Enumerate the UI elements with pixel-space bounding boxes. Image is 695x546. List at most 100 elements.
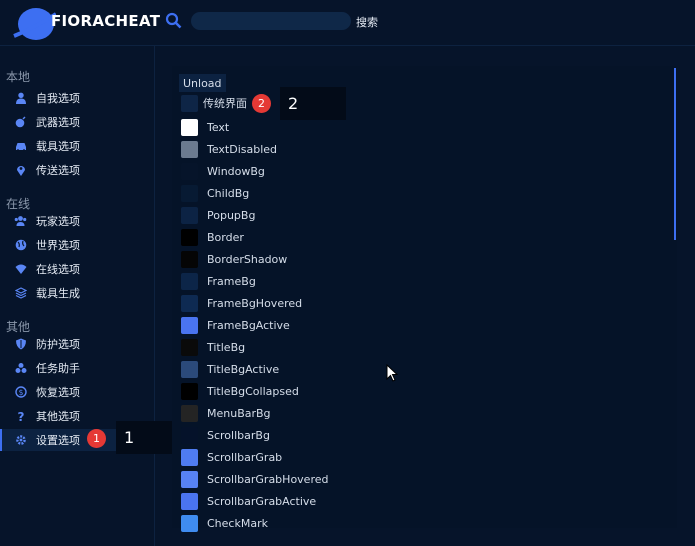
search-input[interactable] xyxy=(191,12,351,30)
color-swatch[interactable] xyxy=(181,470,198,488)
panel-scrollbar[interactable] xyxy=(674,68,676,240)
car-icon xyxy=(14,140,27,153)
color-row[interactable]: ScrollbarGrab xyxy=(181,448,282,466)
color-swatch[interactable] xyxy=(181,338,198,356)
theme-label: 传统界面 xyxy=(203,97,247,110)
sidebar-item-label: 设置选项 xyxy=(36,434,80,447)
color-row[interactable]: Border xyxy=(181,228,244,246)
color-label: ChildBg xyxy=(207,186,250,200)
color-label: ScrollbarGrab xyxy=(207,450,283,464)
sidebar-item-vehicle[interactable]: 载具选项 xyxy=(0,135,154,157)
step-callout-2: 2 xyxy=(280,87,346,120)
unload-button[interactable]: Unload xyxy=(179,74,226,92)
search-icon[interactable] xyxy=(165,12,183,30)
color-row[interactable]: ScrollbarGrabHovered xyxy=(181,470,328,488)
color-label: TitleBg xyxy=(207,340,246,354)
color-row[interactable]: ScrollbarBg xyxy=(181,426,270,444)
color-row[interactable]: ChildBg xyxy=(181,184,249,202)
color-row[interactable]: Text xyxy=(181,118,229,136)
shield-icon xyxy=(14,338,27,351)
sidebar-item-world[interactable]: 世界选项 xyxy=(0,234,154,256)
dollar-icon: $ xyxy=(14,386,27,399)
color-row[interactable]: FrameBgHovered xyxy=(181,294,302,312)
sidebar-item-weapon[interactable]: 武器选项 xyxy=(0,111,154,133)
color-label: Text xyxy=(207,120,230,134)
sidebar-item-label: 其他选项 xyxy=(36,410,80,423)
globe-icon xyxy=(14,239,27,252)
sidebar-item-players[interactable]: 玩家选项 xyxy=(0,210,154,232)
sidebar-item-self[interactable]: 自我选项 xyxy=(0,87,154,109)
color-swatch[interactable] xyxy=(181,140,198,158)
color-swatch[interactable] xyxy=(181,184,198,202)
user-icon xyxy=(14,92,27,105)
color-swatch[interactable] xyxy=(181,448,198,466)
color-swatch[interactable] xyxy=(181,206,198,224)
search-button[interactable]: 搜索 xyxy=(356,14,378,30)
color-row[interactable]: WindowBg xyxy=(181,162,265,180)
theme-toggle-row[interactable]: 传统界面 xyxy=(181,94,247,112)
color-row[interactable]: TitleBgCollapsed xyxy=(181,382,299,400)
theme-swatch[interactable] xyxy=(181,94,198,112)
color-row[interactable]: ScrollbarGrabActive xyxy=(181,492,316,510)
svg-text:?: ? xyxy=(17,410,24,422)
color-label: BorderShadow xyxy=(207,252,288,266)
color-row[interactable]: FrameBgActive xyxy=(181,316,290,334)
section-title-local: 本地 xyxy=(6,70,31,84)
sidebar-item-label: 自我选项 xyxy=(36,92,80,105)
color-swatch[interactable] xyxy=(181,316,198,334)
color-swatch[interactable] xyxy=(181,382,198,400)
color-row[interactable]: TitleBgActive xyxy=(181,360,279,378)
app-title: FIORACHEAT xyxy=(51,12,161,30)
color-row[interactable]: BorderShadow xyxy=(181,250,287,268)
sidebar-item-label: 恢复选项 xyxy=(36,386,80,399)
color-swatch[interactable] xyxy=(181,426,198,444)
color-row[interactable]: CheckMark xyxy=(181,514,268,532)
sidebar-item-label: 任务助手 xyxy=(36,362,80,375)
color-row[interactable]: FrameBg xyxy=(181,272,256,290)
color-label: FrameBg xyxy=(207,274,256,288)
sidebar-item-teleport[interactable]: 传送选项 xyxy=(0,159,154,181)
biohazard-icon xyxy=(14,362,27,375)
sidebar-item-label: 玩家选项 xyxy=(36,215,80,228)
sidebar-item-label: 载具选项 xyxy=(36,140,80,153)
top-bar: FIORACHEAT 搜索 xyxy=(0,0,695,46)
color-label: PopupBg xyxy=(207,208,256,222)
bomb-icon xyxy=(14,116,27,129)
color-swatch[interactable] xyxy=(181,118,198,136)
color-row[interactable]: TextDisabled xyxy=(181,140,277,158)
wifi-icon xyxy=(14,263,27,276)
color-label: TitleBgActive xyxy=(207,362,280,376)
color-row[interactable]: MenuBarBg xyxy=(181,404,271,422)
color-swatch[interactable] xyxy=(181,514,198,532)
sidebar-item-mission[interactable]: 任务助手 xyxy=(0,357,154,379)
color-swatch[interactable] xyxy=(181,360,198,378)
sidebar-item-label: 世界选项 xyxy=(36,239,80,252)
color-swatch[interactable] xyxy=(181,228,198,246)
color-label: ScrollbarBg xyxy=(207,428,270,442)
sidebar-item-online[interactable]: 在线选项 xyxy=(0,258,154,280)
step-badge-1: 1 xyxy=(87,429,106,448)
layers-icon xyxy=(14,287,27,300)
color-swatch[interactable] xyxy=(181,162,198,180)
color-swatch[interactable] xyxy=(181,492,198,510)
sidebar-item-label: 武器选项 xyxy=(36,116,80,129)
color-label: TitleBgCollapsed xyxy=(207,384,299,398)
color-label: ScrollbarGrabActive xyxy=(207,494,317,508)
gear-icon xyxy=(14,434,27,447)
color-label: CheckMark xyxy=(207,516,268,530)
color-swatch[interactable] xyxy=(181,404,198,422)
color-row[interactable]: TitleBg xyxy=(181,338,245,356)
color-swatch[interactable] xyxy=(181,250,198,268)
sidebar-item-vehicle-spawn[interactable]: 载具生成 xyxy=(0,282,154,304)
color-swatch[interactable] xyxy=(181,294,198,312)
color-label: Border xyxy=(207,230,244,244)
sidebar-item-recovery[interactable]: $ 恢复选项 xyxy=(0,381,154,403)
color-label: ScrollbarGrabHovered xyxy=(207,472,329,486)
sidebar-item-protection[interactable]: 防护选项 xyxy=(0,333,154,355)
mouse-cursor-icon xyxy=(386,364,398,382)
color-row[interactable]: PopupBg xyxy=(181,206,255,224)
users-icon xyxy=(14,215,27,228)
color-swatch[interactable] xyxy=(181,272,198,290)
color-label: FrameBgHovered xyxy=(207,296,303,310)
logo-icon xyxy=(13,8,56,40)
